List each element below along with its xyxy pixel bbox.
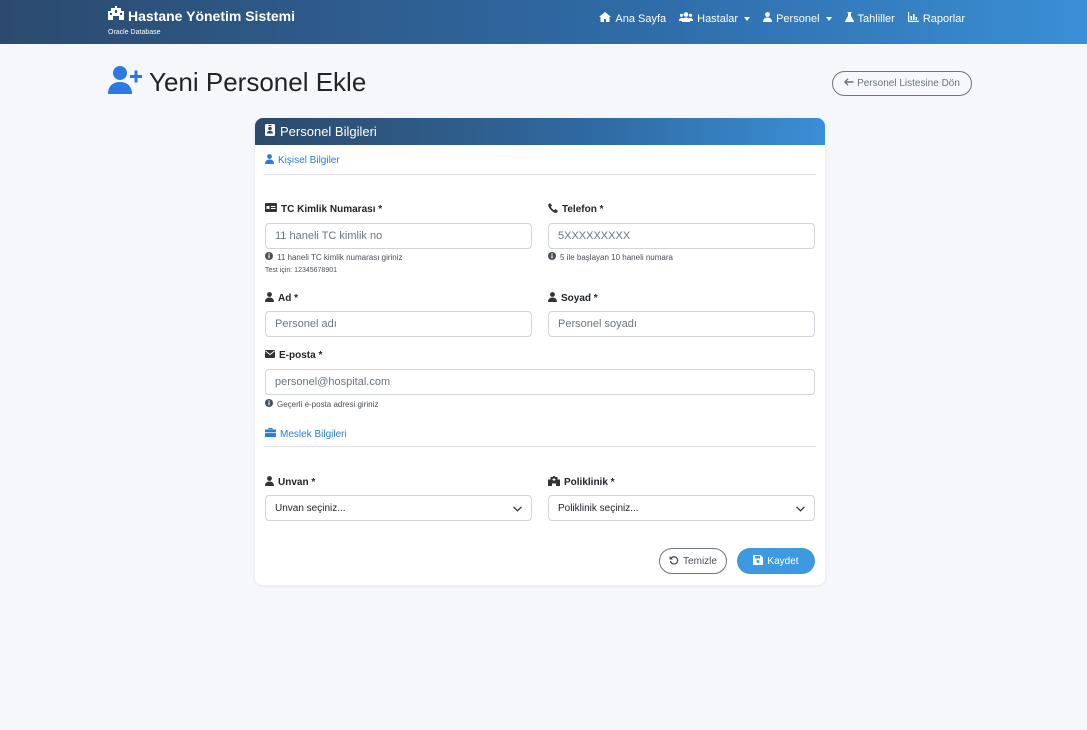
card-header: Personel Bilgileri bbox=[255, 118, 825, 145]
phone-input[interactable] bbox=[548, 223, 815, 249]
nav-staff-label: Personel bbox=[776, 12, 820, 25]
title-label-text: Unvan * bbox=[278, 477, 316, 488]
email-label-text: E-posta * bbox=[279, 350, 323, 361]
phone-help: 5 ile başlayan 10 haneli numara bbox=[548, 252, 673, 262]
job-section-title: Meslek Bilgileri bbox=[265, 428, 347, 440]
caret-down-icon bbox=[825, 16, 832, 21]
user-tie-icon bbox=[265, 476, 274, 489]
first-name-label: Ad * bbox=[265, 292, 298, 305]
divider bbox=[264, 446, 816, 447]
title-select[interactable]: Unvan seçiniz... bbox=[265, 495, 532, 521]
phone-label-text: Telefon * bbox=[562, 204, 604, 215]
personal-section-title: Kişisel Bilgiler bbox=[265, 154, 340, 167]
email-help-text: Geçerli e-posta adresi giriniz bbox=[277, 399, 379, 409]
back-button-label: Personel Listesine Dön bbox=[857, 78, 960, 89]
email-label: E-posta * bbox=[265, 350, 322, 361]
clinic-label-text: Poliklinik * bbox=[564, 477, 615, 488]
nav-home-label: Ana Sayfa bbox=[615, 12, 667, 25]
title-label: Unvan * bbox=[265, 476, 315, 489]
tc-label: TC Kimlik Numarası * bbox=[265, 203, 382, 215]
brand[interactable]: Hastane Yönetim Sistemi Oracle Database bbox=[107, 6, 295, 36]
user-icon bbox=[265, 154, 274, 167]
tc-input[interactable] bbox=[265, 223, 532, 249]
tc-help: 11 haneli TC kimlik numarası giriniz bbox=[265, 252, 403, 262]
id-badge-icon bbox=[265, 124, 275, 139]
back-to-list-button[interactable]: Personel Listesine Dön bbox=[832, 71, 972, 96]
staff-form-card: Personel Bilgileri Kişisel Bilgiler TC K… bbox=[255, 118, 825, 585]
card-title: Personel Bilgileri bbox=[280, 124, 377, 139]
email-input[interactable] bbox=[265, 369, 815, 395]
clinic-icon bbox=[548, 476, 560, 489]
tc-help-text: 11 haneli TC kimlik numarası giriniz bbox=[277, 252, 403, 262]
info-icon bbox=[265, 252, 273, 262]
navbar: Hastane Yönetim Sistemi Oracle Database … bbox=[0, 0, 1087, 44]
phone-icon bbox=[548, 203, 558, 216]
job-section-label: Meslek Bilgileri bbox=[280, 428, 347, 440]
hospital-icon bbox=[107, 6, 125, 25]
id-card-icon bbox=[265, 203, 277, 215]
clinic-label: Poliklinik * bbox=[548, 476, 615, 489]
clinic-select-value: Poliklinik seçiniz... bbox=[558, 502, 639, 514]
save-button[interactable]: Kaydet bbox=[737, 548, 815, 574]
users-icon bbox=[679, 12, 694, 25]
nav-staff[interactable]: Personel bbox=[763, 12, 832, 25]
nav-patients-label: Hastalar bbox=[697, 12, 739, 25]
brand-subtitle: Oracle Database bbox=[108, 29, 161, 36]
nav-tests[interactable]: Tahliller bbox=[844, 12, 895, 25]
page-title: Yeni Personel Ekle bbox=[149, 67, 367, 97]
tc-help-test: Test için: 12345678901 bbox=[265, 267, 337, 274]
user-plus-icon bbox=[108, 66, 142, 99]
clear-button-label: Temizle bbox=[683, 555, 717, 567]
phone-label: Telefon * bbox=[548, 203, 603, 216]
chevron-down-icon bbox=[796, 504, 805, 515]
user-md-icon bbox=[763, 12, 773, 25]
user-icon bbox=[548, 292, 557, 305]
brand-title: Hastane Yönetim Sistemi bbox=[128, 7, 296, 24]
title-select-value: Unvan seçiniz... bbox=[275, 502, 346, 514]
chevron-down-icon bbox=[513, 504, 522, 515]
page-header: Yeni Personel Ekle bbox=[108, 66, 366, 99]
clear-button[interactable]: Temizle bbox=[659, 548, 727, 574]
email-help: Geçerli e-posta adresi giriniz bbox=[265, 399, 378, 409]
clinic-select[interactable]: Poliklinik seçiniz... bbox=[548, 495, 815, 521]
tc-label-text: TC Kimlik Numarası * bbox=[281, 203, 383, 215]
arrow-left-icon bbox=[844, 78, 854, 89]
home-icon bbox=[599, 12, 612, 25]
last-name-label-text: Soyad * bbox=[561, 293, 598, 304]
nav-reports-label: Raporlar bbox=[922, 12, 965, 25]
first-name-input[interactable] bbox=[265, 311, 532, 337]
info-icon bbox=[548, 252, 556, 262]
last-name-label: Soyad * bbox=[548, 292, 598, 305]
caret-down-icon bbox=[744, 16, 751, 21]
nav-home[interactable]: Ana Sayfa bbox=[599, 12, 666, 25]
save-icon bbox=[753, 554, 764, 568]
nav-patients[interactable]: Hastalar bbox=[679, 12, 751, 25]
personal-section-label: Kişisel Bilgiler bbox=[278, 155, 340, 166]
info-icon bbox=[265, 399, 273, 409]
envelope-icon bbox=[265, 350, 275, 361]
divider bbox=[264, 174, 816, 175]
briefcase-icon bbox=[265, 428, 276, 440]
user-icon bbox=[265, 292, 274, 305]
nav-reports[interactable]: Raporlar bbox=[907, 12, 965, 25]
nav-links: Ana Sayfa Hastalar Personel Tahliller Ra… bbox=[599, 12, 965, 25]
flask-icon bbox=[844, 12, 854, 25]
undo-icon bbox=[669, 555, 679, 568]
last-name-input[interactable] bbox=[548, 311, 815, 337]
first-name-label-text: Ad * bbox=[278, 293, 298, 304]
nav-tests-label: Tahliller bbox=[857, 12, 895, 25]
save-button-label: Kaydet bbox=[767, 555, 799, 567]
phone-help-text: 5 ile başlayan 10 haneli numara bbox=[560, 252, 673, 262]
chart-icon bbox=[907, 12, 919, 25]
